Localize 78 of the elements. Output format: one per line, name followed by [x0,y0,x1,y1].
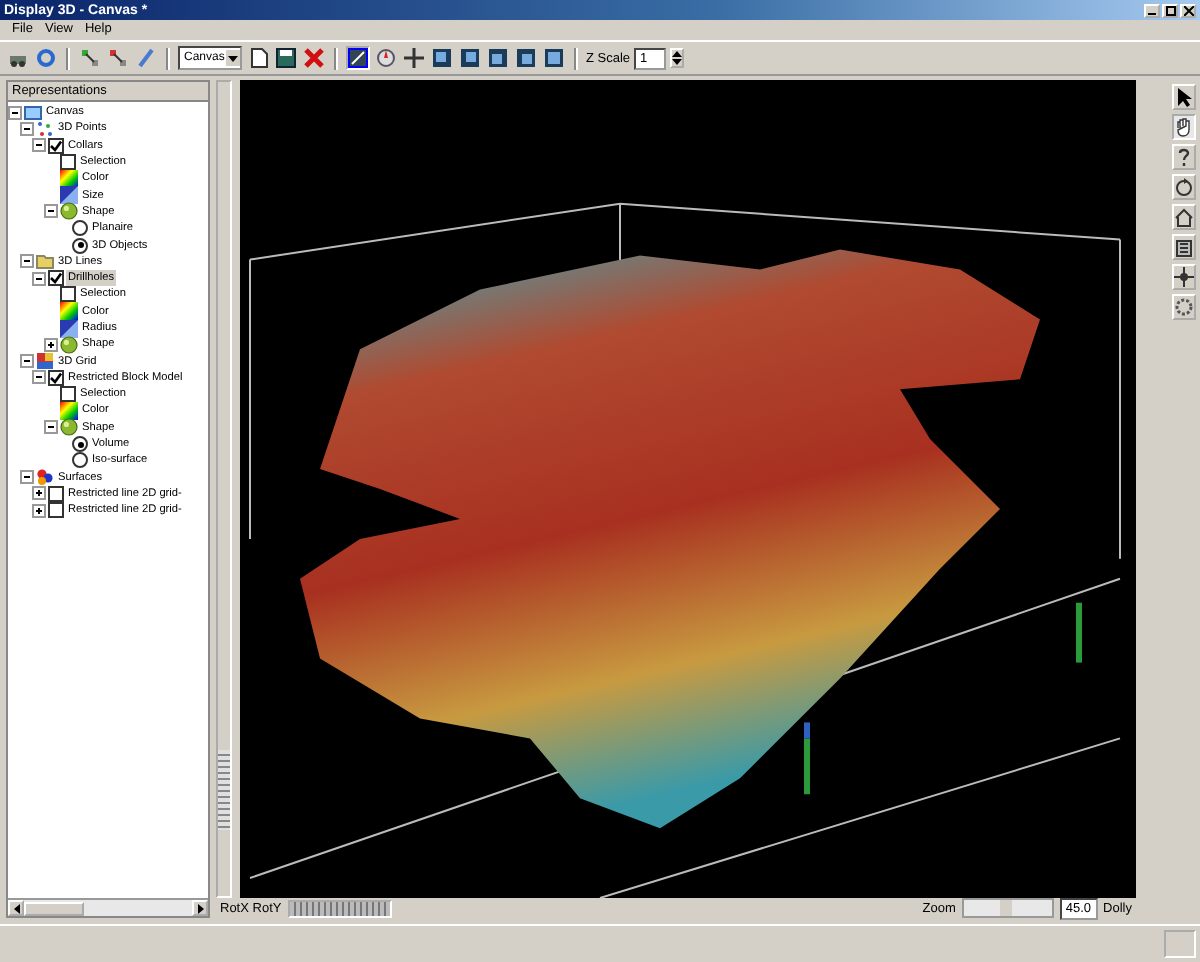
checkbox[interactable] [60,154,76,171]
minimize-button[interactable] [1144,3,1160,17]
house-icon[interactable] [1172,204,1196,230]
sphere-icon [60,202,78,221]
help-icon[interactable] [1172,144,1196,170]
collapse-icon[interactable] [32,370,46,385]
collapse-icon[interactable] [20,121,34,136]
sphere-icon [60,418,78,437]
grid-view-icon[interactable] [346,46,370,70]
radio-button[interactable] [72,220,88,237]
expand-icon[interactable] [44,337,58,352]
spin-arrows-icon [672,50,683,66]
scatter-points-icon [36,119,54,138]
move-icon[interactable] [402,46,426,70]
zoom-scrollbar[interactable] [961,898,1054,918]
cube-view-icon[interactable] [514,46,538,70]
checkbox[interactable] [60,286,76,303]
hand-icon[interactable] [1172,114,1196,140]
rotate-icon[interactable] [1172,174,1196,200]
cube-view-icon[interactable] [458,46,482,70]
checkbox[interactable] [48,369,64,386]
close-button[interactable] [1180,3,1196,17]
colored-cube-icon [36,352,54,371]
radio-button[interactable] [72,452,88,469]
checkbox[interactable] [48,137,64,154]
cube-view-icon[interactable] [430,46,454,70]
scroll-left-button[interactable] [8,900,24,916]
collapse-icon[interactable] [32,138,46,153]
color-ramp-icon [60,302,78,321]
color-ramp-icon [60,402,78,420]
sphere-icon [60,335,78,354]
folder-icon [36,252,54,271]
cube-view-icon[interactable] [486,46,510,70]
drillhole-drawing [1076,602,1082,663]
radio-button[interactable] [72,237,88,254]
close-icon [1183,5,1193,15]
collapse-icon[interactable] [20,354,34,369]
checkbox[interactable] [48,502,64,519]
size-ramp-icon [60,186,78,205]
color-dots-icon [36,468,54,487]
radio-button[interactable] [72,436,88,453]
collapse-icon[interactable] [32,271,46,286]
gear-icon[interactable] [1172,294,1196,320]
expand-icon[interactable] [32,486,46,501]
expand-icon[interactable] [32,503,46,518]
cube-view-icon[interactable] [542,46,566,70]
drillhole-drawing [804,722,810,795]
checkbox[interactable] [48,270,64,287]
pointer-icon[interactable] [1172,84,1196,110]
building-icon[interactable] [1172,234,1196,260]
save-icon[interactable] [274,46,298,70]
color-ramp-icon [60,169,78,188]
scroll-thumb[interactable] [24,901,84,915]
canvas-icon [24,103,42,122]
collapse-icon[interactable] [44,420,58,435]
status-panel [1164,930,1196,958]
checkbox[interactable] [60,386,76,403]
3d-viewport[interactable] [240,80,1136,898]
collapse-icon[interactable] [20,254,34,269]
caret-icon [228,55,238,61]
delete-icon[interactable] [302,46,326,70]
maximize-icon [1165,5,1175,15]
collapse-icon[interactable] [8,105,22,120]
scroll-right-button[interactable] [192,900,208,916]
collapse-icon[interactable] [44,204,58,219]
new-document-icon[interactable] [246,46,270,70]
slider-thumb[interactable] [218,750,230,831]
maximize-button[interactable] [1162,3,1178,17]
collapse-icon[interactable] [20,470,34,485]
horizontal-scrollbar[interactable] [8,898,208,916]
rotation-wheel[interactable] [287,899,392,917]
checkbox[interactable] [48,485,64,502]
node-link-icon[interactable] [78,46,102,70]
node-link-icon[interactable] [106,46,130,70]
spin-button[interactable] [670,48,685,68]
compass-icon[interactable] [374,46,398,70]
move-icon[interactable] [1172,264,1196,290]
pencil-icon[interactable] [134,46,158,70]
